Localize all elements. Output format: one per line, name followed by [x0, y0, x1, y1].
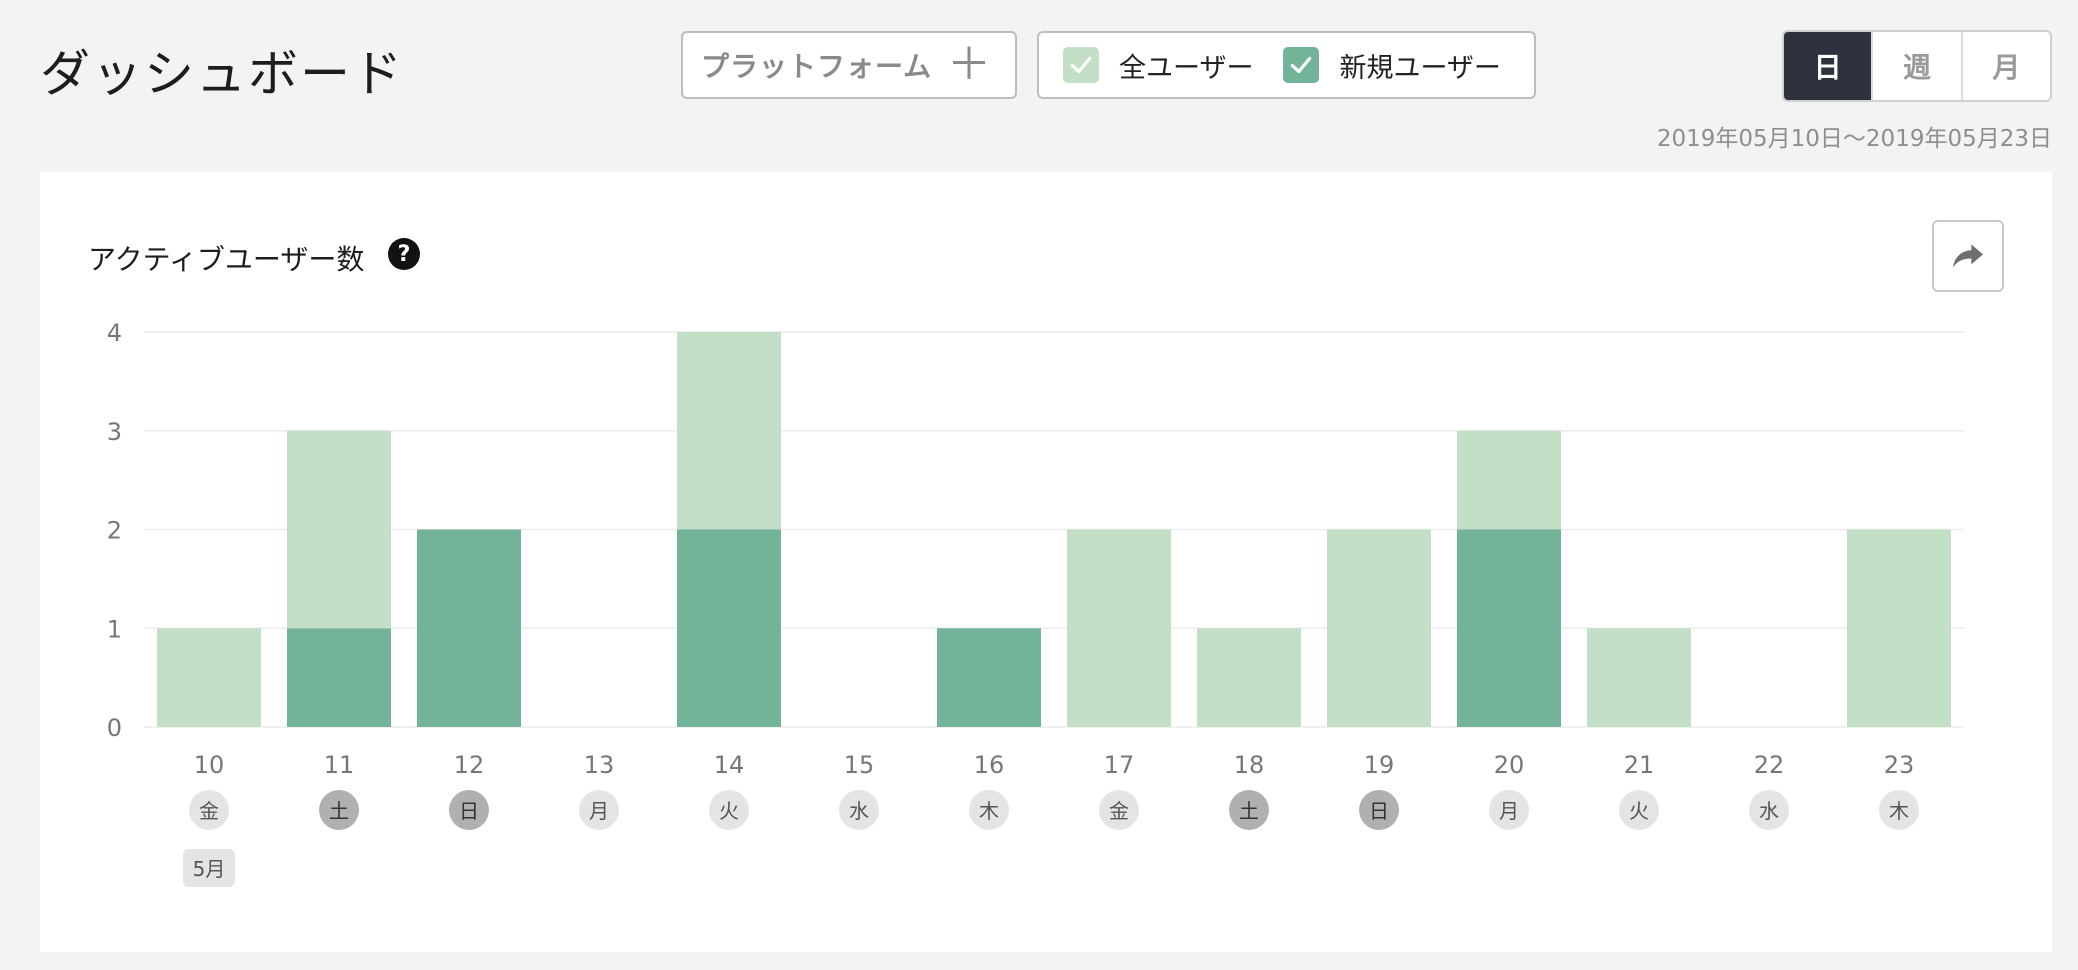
bar-segment [417, 529, 521, 727]
bar-segment [1197, 628, 1301, 727]
weekday-label: 月 [589, 799, 609, 823]
bar-segment [677, 332, 781, 530]
x-tick-label: 19 [1364, 751, 1395, 779]
weekday-label: 木 [1889, 799, 1909, 823]
bar-segment [677, 529, 781, 727]
bar-segment [157, 628, 261, 727]
x-tick-label: 20 [1494, 751, 1525, 779]
x-tick-label: 23 [1884, 751, 1915, 779]
platform-add-button[interactable]: プラットフォーム ＋ [681, 31, 1017, 99]
bar-segment [1587, 628, 1691, 727]
date-range: 2019年05月10日〜2019年05月23日 [1656, 126, 2052, 152]
y-tick-label: 4 [107, 319, 122, 347]
weekday-label: 土 [1239, 799, 1259, 823]
period-month-button[interactable]: 月 [1960, 32, 2050, 100]
x-tick-label: 21 [1624, 751, 1655, 779]
legend-new-users[interactable]: 新規ユーザー [1283, 46, 1501, 85]
user-filter-legend: 全ユーザー 新規ユーザー [1037, 31, 1536, 99]
x-tick-label: 15 [844, 751, 875, 779]
y-tick-label: 1 [107, 615, 122, 643]
month-label: 5月 [193, 857, 226, 881]
bar-segment [287, 628, 391, 727]
weekday-label: 金 [199, 799, 219, 823]
bar-segment [1457, 430, 1561, 530]
weekday-label: 月 [1499, 799, 1519, 823]
legend-all-users-label: 全ユーザー [1119, 52, 1254, 84]
x-tick-label: 18 [1234, 751, 1265, 779]
weekday-label: 火 [719, 799, 739, 823]
weekday-label: 金 [1109, 799, 1129, 823]
bar-segment [1847, 529, 1951, 727]
bar-segment [937, 628, 1041, 727]
share-arrow-icon [1953, 244, 1983, 268]
bar-segment [1457, 529, 1561, 727]
x-tick-label: 10 [194, 751, 225, 779]
legend-all-users[interactable]: 全ユーザー [1063, 46, 1253, 85]
x-tick-label: 14 [714, 751, 745, 779]
weekday-label: 日 [1369, 799, 1389, 823]
bar-chart: 0123410金11土12日13月14火15水16木17金18土19日20月21… [107, 319, 1964, 887]
y-tick-label: 3 [107, 418, 122, 446]
weekday-label: 水 [1759, 799, 1779, 823]
bar-segment [1067, 529, 1171, 727]
x-tick-label: 13 [584, 751, 615, 779]
x-tick-label: 17 [1104, 751, 1135, 779]
weekday-label: 日 [459, 799, 479, 823]
x-tick-label: 22 [1754, 751, 1785, 779]
weekday-label: 木 [979, 799, 999, 823]
bar-segment [1327, 529, 1431, 727]
legend-new-users-label: 新規ユーザー [1339, 52, 1501, 84]
platform-label: プラットフォーム [701, 50, 933, 83]
x-tick-label: 12 [454, 751, 485, 779]
y-tick-label: 0 [107, 714, 122, 742]
share-button[interactable] [1932, 220, 2004, 292]
x-tick-label: 16 [974, 751, 1005, 779]
plus-icon: ＋ [947, 39, 991, 90]
bar-segment [287, 430, 391, 629]
chart-card: 0 1 2 3 4 10 金 11 土 12 日 13 月 14 火 15 水 16 木 17 金 18 土 19 日 20 月 21… [40, 172, 2052, 952]
weekday-label: 火 [1629, 799, 1649, 823]
help-icon[interactable]: ? [388, 238, 420, 270]
check-icon [1063, 47, 1099, 83]
period-toggle: 日 週 月 [1782, 30, 2052, 102]
page-title: ダッシュボード [40, 45, 404, 103]
y-tick-label: 2 [107, 517, 122, 545]
period-week-button[interactable]: 週 [1871, 32, 1960, 100]
weekday-label: 土 [329, 799, 349, 823]
check-icon [1283, 47, 1320, 83]
x-tick-label: 11 [324, 751, 355, 779]
weekday-label: 水 [849, 799, 869, 823]
chart-title: アクティブユーザー数 [88, 243, 365, 276]
period-day-button[interactable]: 日 [1784, 32, 1872, 100]
